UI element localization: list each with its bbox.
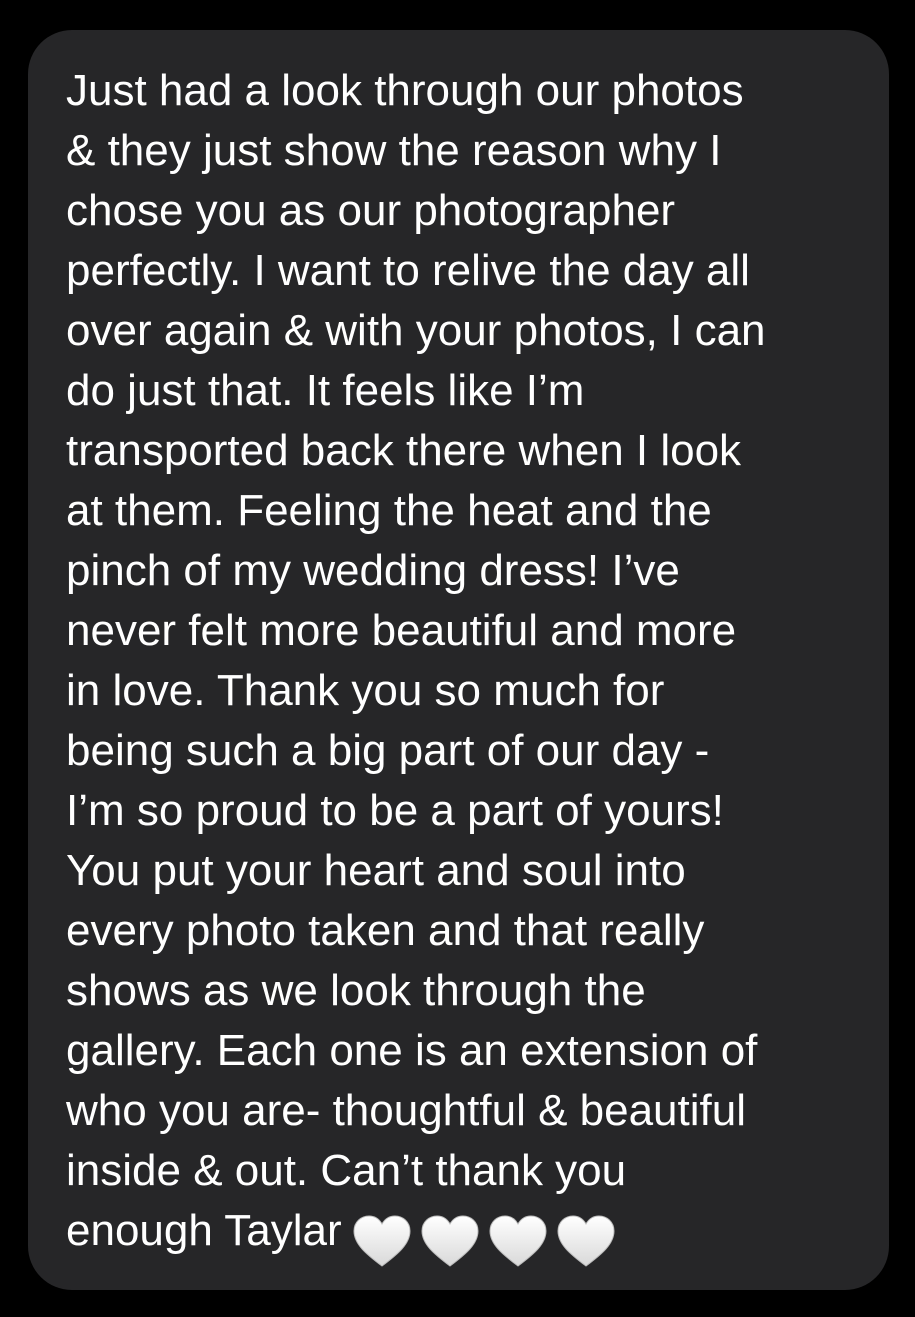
message-line: at them. Feeling the heat and the: [66, 486, 712, 535]
screen: Just had a look through our photos & the…: [0, 0, 915, 1317]
white-heart-icon: [420, 1214, 480, 1268]
heart-emoji-row: [352, 1209, 624, 1269]
message-line: transported back there when I look: [66, 426, 742, 475]
message-line: never felt more beautiful and more: [66, 606, 737, 655]
message-bubble[interactable]: Just had a look through our photos & the…: [28, 30, 889, 1290]
message-line: gallery. Each one is an extension of: [66, 1026, 758, 1075]
message-line: I’m so proud to be a part of yours!: [66, 786, 724, 835]
message-line: being such a big part of our day -: [66, 726, 710, 775]
message-line: inside & out. Can’t thank you: [66, 1146, 627, 1195]
white-heart-icon: [488, 1214, 548, 1268]
message-line: Just had a look through our photos: [66, 66, 744, 115]
message-line: & they just show the reason why I: [66, 126, 722, 175]
message-line: who you are- thoughtful & beautiful: [66, 1086, 747, 1135]
message-line: You put your heart and soul into: [66, 846, 686, 895]
white-heart-icon: [352, 1214, 412, 1268]
message-line: over again & with your photos, I can: [66, 306, 766, 355]
message-line: enough Taylar: [66, 1206, 342, 1255]
white-heart-icon: [556, 1214, 616, 1268]
message-line: pinch of my wedding dress! I’ve: [66, 546, 680, 595]
message-line: in love. Thank you so much for: [66, 666, 665, 715]
message-line: do just that. It feels like I’m: [66, 366, 585, 415]
message-line: chose you as our photographer: [66, 186, 676, 235]
message-text: Just had a look through our photos & the…: [66, 61, 876, 1269]
message-line: every photo taken and that really: [66, 906, 705, 955]
message-line: perfectly. I want to relive the day all: [66, 246, 750, 295]
message-line: shows as we look through the: [66, 966, 646, 1015]
